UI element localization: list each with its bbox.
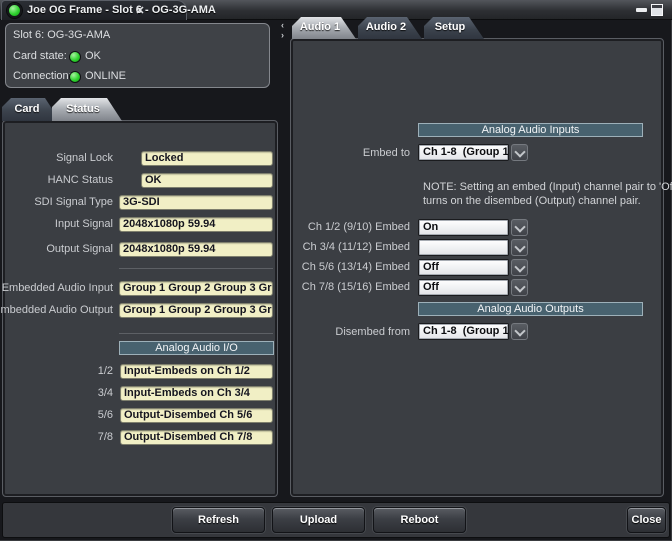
note-line-2: turns on the disembed (Output) channel p… <box>423 195 641 207</box>
signal-lock-label: Signal Lock <box>56 152 113 164</box>
slot-title: Slot 6: OG-3G-AMA <box>13 29 110 41</box>
analog-audio-io-header: Analog Audio I/O <box>119 341 274 355</box>
tab-status[interactable]: Status <box>52 98 122 121</box>
connection-label: Connection: <box>13 70 72 82</box>
input-signal-field: 2048x1080p 59.94 <box>119 217 273 232</box>
ch56-embed-dropdown[interactable]: Off <box>418 259 509 276</box>
embedded-audio-output-label: Embedded Audio Output <box>0 304 113 316</box>
ch12-embed-label: Ch 1/2 (9/10) Embed <box>308 221 410 233</box>
io-34-label: 3/4 <box>98 387 113 399</box>
close-button[interactable]: Close <box>627 507 666 533</box>
ch34-embed-dropdown-button[interactable] <box>511 239 528 256</box>
io-56-field: Output-Disembed Ch 5/6 <box>120 408 273 423</box>
disembed-from-dropdown-button[interactable] <box>511 323 528 340</box>
tab-setup[interactable]: Setup <box>424 17 484 39</box>
ch12-embed-dropdown-button[interactable] <box>511 219 528 236</box>
analog-audio-inputs-header: Analog Audio Inputs <box>418 123 643 137</box>
embed-to-dropdown[interactable]: Ch 1-8 (Group 1/2) <box>418 144 509 161</box>
app-window: Joe OG Frame - Slot 6 - OG-3G-AMA ✕ ‹ › … <box>0 0 672 541</box>
card-state-value: OK <box>85 50 101 62</box>
close-tab-icon[interactable]: ✕ <box>131 3 149 19</box>
chevron-down-icon <box>514 281 525 292</box>
io-78-label: 7/8 <box>98 431 113 443</box>
ch78-embed-label: Ch 7/8 (15/16) Embed <box>302 281 410 293</box>
ch56-embed-label: Ch 5/6 (13/14) Embed <box>302 261 410 273</box>
io-34-field: Input-Embeds on Ch 3/4 <box>120 386 273 401</box>
divider <box>119 333 273 334</box>
hanc-status-label: HANC Status <box>48 174 113 186</box>
ch78-embed-dropdown-button[interactable] <box>511 279 528 296</box>
tab-audio-2[interactable]: Audio 2 <box>358 17 422 39</box>
connection-led-icon <box>69 71 81 83</box>
connection-value: ONLINE <box>85 70 126 82</box>
splitter-collapse-left-icon[interactable]: ‹ <box>281 21 284 30</box>
io-56-label: 5/6 <box>98 409 113 421</box>
hanc-status-field: OK <box>141 173 273 188</box>
signal-lock-field: Locked <box>141 151 273 166</box>
chevron-down-icon <box>514 241 525 252</box>
output-signal-label: Output Signal <box>46 243 113 255</box>
sdi-signal-type-field: 3G-SDI <box>119 195 273 210</box>
splitter-collapse-right-icon[interactable]: › <box>281 31 284 40</box>
minimize-icon[interactable] <box>636 8 647 12</box>
card-info-box: Slot 6: OG-3G-AMA Card state: OK Connect… <box>5 23 270 88</box>
chevron-down-icon <box>514 221 525 232</box>
chevron-down-icon <box>514 261 525 272</box>
card-state-led-icon <box>69 51 81 63</box>
chevron-down-icon <box>514 146 525 157</box>
input-signal-label: Input Signal <box>55 218 113 230</box>
embedded-audio-input-label: Embedded Audio Input <box>2 282 113 294</box>
embed-to-dropdown-button[interactable] <box>511 144 528 161</box>
disembed-from-dropdown[interactable]: Ch 1-8 (Group 1/2) <box>418 323 509 340</box>
ch78-embed-dropdown[interactable]: Off <box>418 279 509 296</box>
sdi-signal-type-label: SDI Signal Type <box>34 196 113 208</box>
ch34-embed-label: Ch 3/4 (11/12) Embed <box>303 241 410 253</box>
ch56-embed-dropdown-button[interactable] <box>511 259 528 276</box>
embedded-audio-input-field: Group 1 Group 2 Group 3 Group 4 <box>119 281 273 296</box>
embedded-audio-output-field: Group 1 Group 2 Group 3 Group 4 <box>119 303 273 318</box>
upload-button[interactable]: Upload <box>272 507 365 533</box>
io-12-field: Input-Embeds on Ch 1/2 <box>120 364 273 379</box>
window-title-tab[interactable]: Joe OG Frame - Slot 6 - OG-3G-AMA ✕ <box>1 0 187 20</box>
window-title: Joe OG Frame - Slot 6 - OG-3G-AMA <box>27 4 216 16</box>
output-signal-field: 2048x1080p 59.94 <box>119 242 273 257</box>
embed-to-label: Embed to <box>363 147 410 159</box>
refresh-button[interactable]: Refresh <box>172 507 265 533</box>
ch12-embed-dropdown[interactable]: On <box>418 219 509 236</box>
tab-card[interactable]: Card <box>2 98 60 121</box>
maximize-icon[interactable] <box>651 4 663 16</box>
note-line-1: NOTE: Setting an embed (Input) channel p… <box>423 181 672 193</box>
io-12-label: 1/2 <box>98 365 113 377</box>
tab-audio-1[interactable]: Audio 1 <box>292 17 356 39</box>
disembed-from-label: Disembed from <box>335 326 410 338</box>
chevron-down-icon <box>514 325 525 336</box>
connection-led-icon <box>7 3 22 18</box>
ch34-embed-dropdown[interactable]: On <box>418 239 509 256</box>
divider <box>119 268 273 269</box>
analog-audio-outputs-header: Analog Audio Outputs <box>418 302 643 316</box>
card-state-label: Card state: <box>13 50 67 62</box>
io-78-field: Output-Disembed Ch 7/8 <box>120 430 273 445</box>
reboot-button[interactable]: Reboot <box>373 507 466 533</box>
